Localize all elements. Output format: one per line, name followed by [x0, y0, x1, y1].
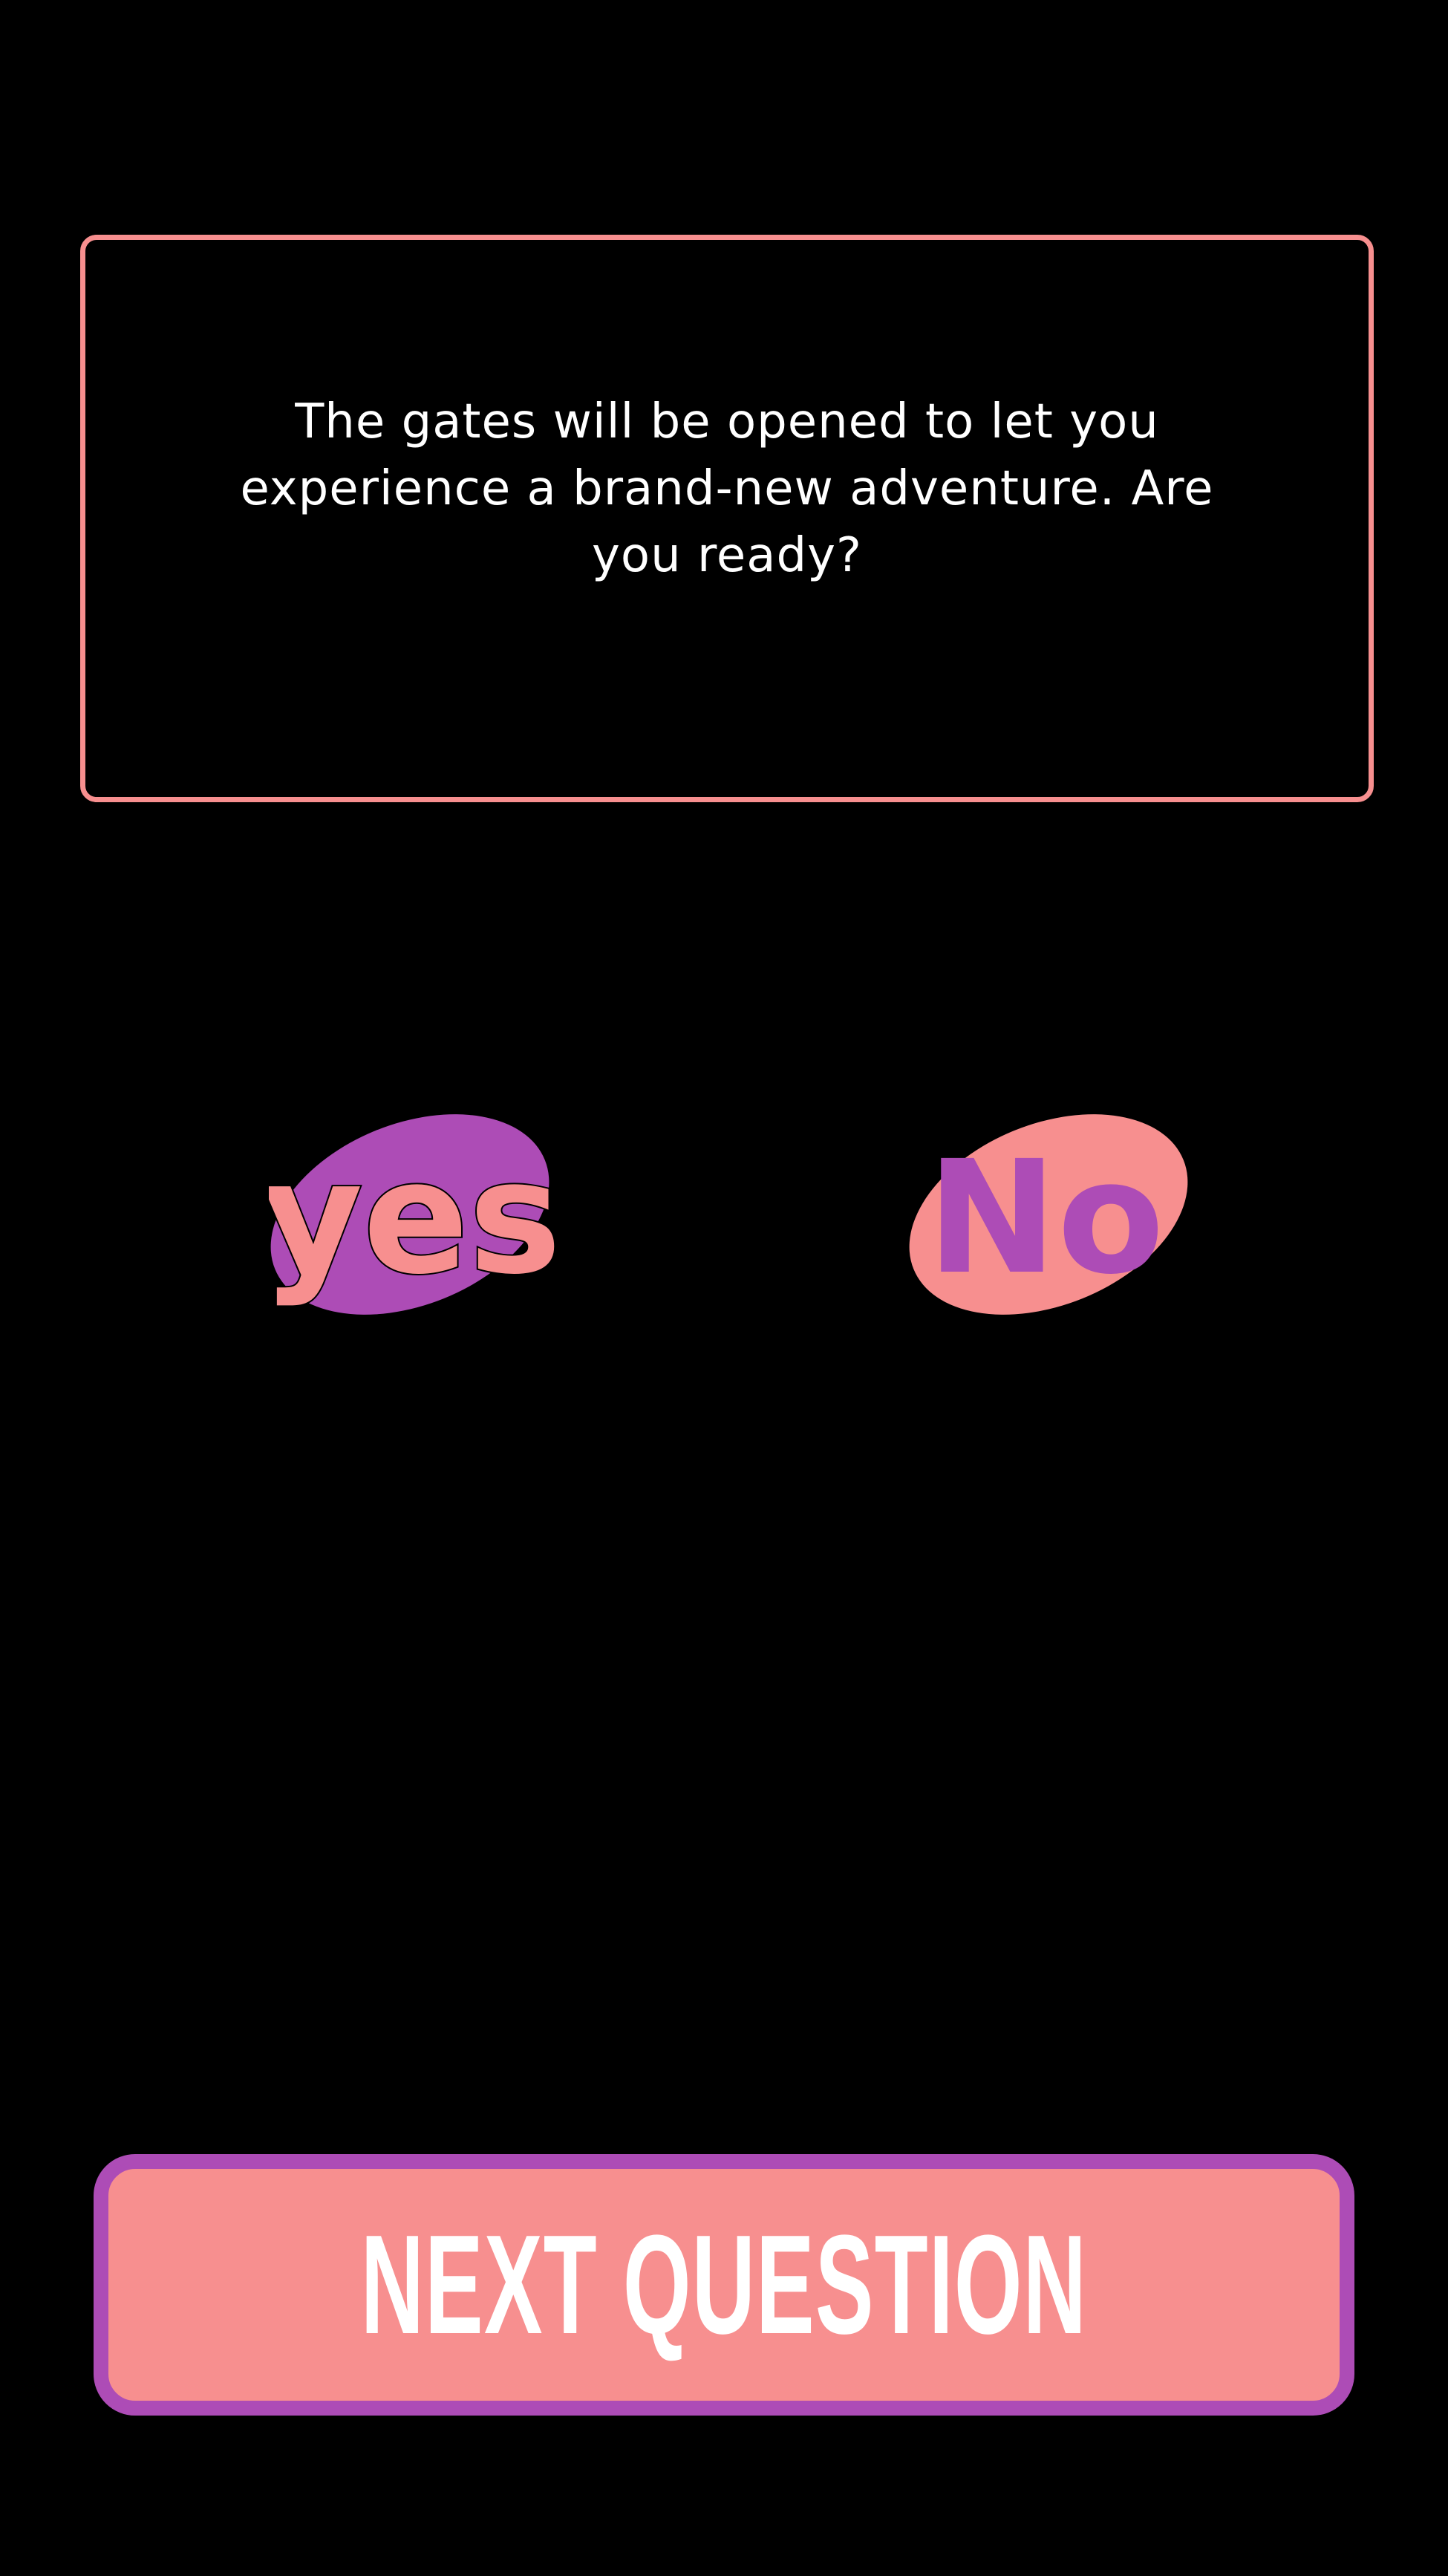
question-card: The gates will be opened to let you expe…	[80, 235, 1374, 802]
next-question-label: NEXT QUESTION	[360, 2206, 1088, 2364]
yes-answer-button[interactable]: yes	[269, 1099, 558, 1322]
next-question-button[interactable]: NEXT QUESTION	[94, 2154, 1354, 2416]
question-text: The gates will be opened to let you expe…	[240, 394, 1214, 583]
yes-badge-graphic: yes	[269, 1114, 558, 1315]
no-label: No	[927, 1127, 1164, 1309]
yes-label: yes	[269, 1127, 558, 1309]
no-answer-button[interactable]: No	[906, 1099, 1196, 1322]
no-badge-graphic: No	[909, 1114, 1188, 1315]
